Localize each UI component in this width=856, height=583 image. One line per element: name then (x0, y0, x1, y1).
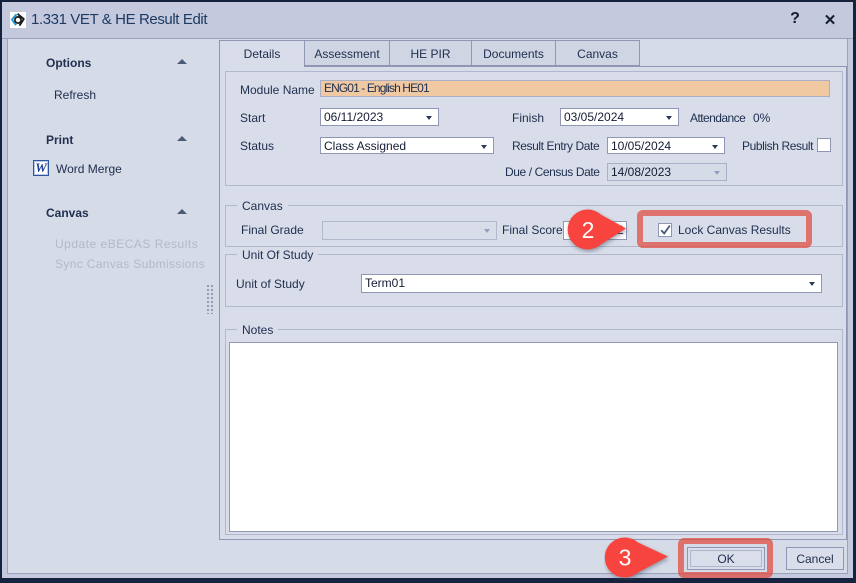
svg-text:3: 3 (619, 545, 632, 571)
svg-text:2: 2 (582, 217, 595, 243)
